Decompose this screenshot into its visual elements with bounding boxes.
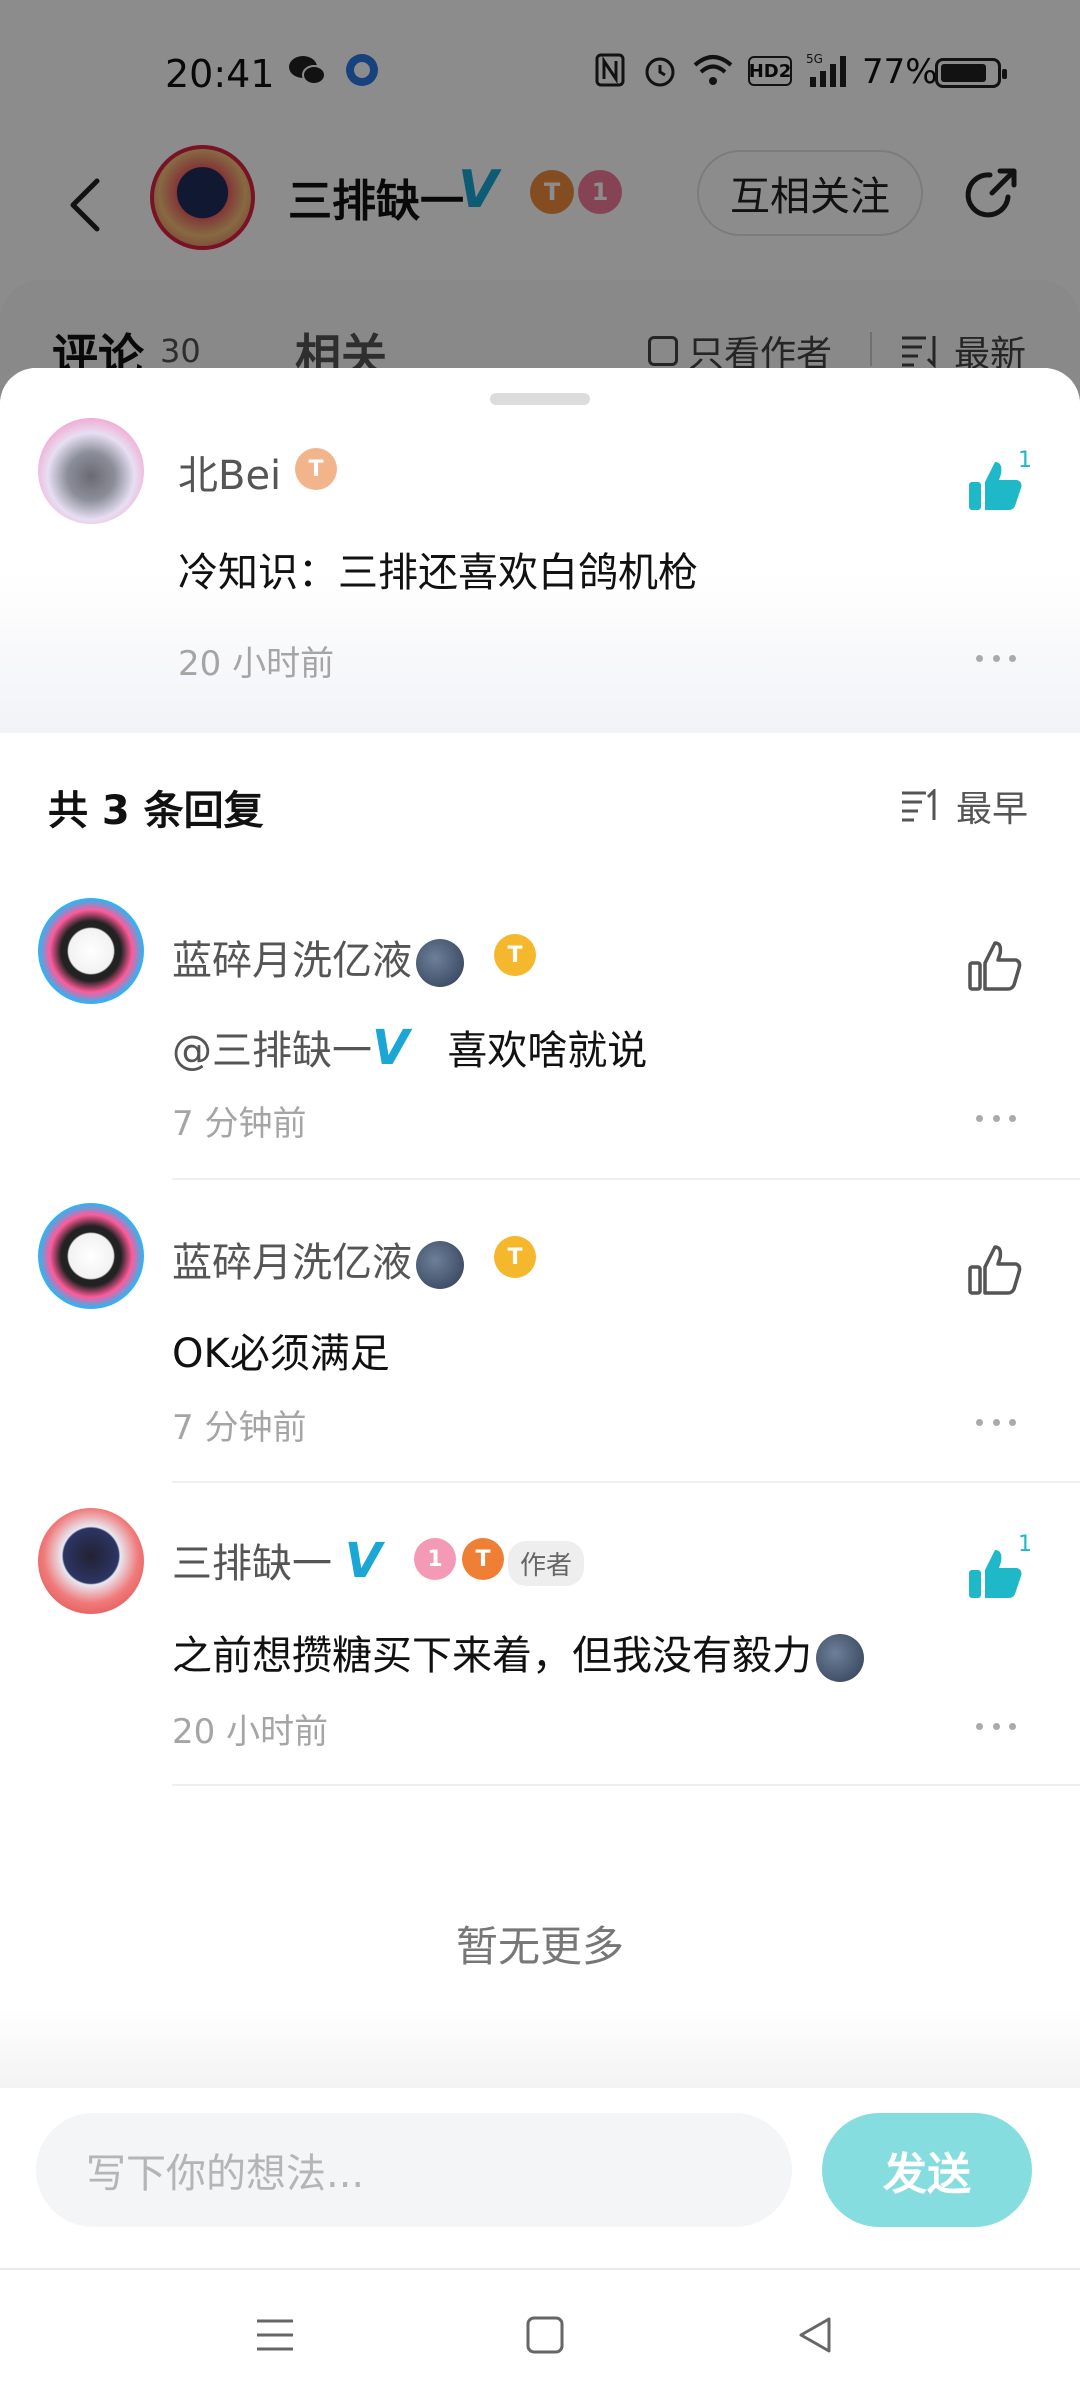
divider	[172, 1784, 1080, 1786]
comment-author-name[interactable]: 北Bei	[178, 443, 281, 501]
reply-input[interactable]: 写下你的想法...	[36, 2113, 792, 2227]
menu-icon[interactable]	[245, 2305, 305, 2365]
level-badge-icon: T	[295, 448, 337, 490]
background-page: 20:41 HD2 5G 77% 三排缺一 V T 1 互相关注 评论 30 相…	[0, 0, 1080, 383]
avatar[interactable]	[38, 418, 144, 524]
thumbs-up-icon[interactable]	[965, 1240, 1025, 1300]
more-options-icon[interactable]	[976, 1716, 1016, 1736]
more-options-icon[interactable]	[976, 648, 1016, 668]
home-square-icon[interactable]	[515, 2305, 575, 2365]
no-more-label: 暂无更多	[455, 1922, 624, 1971]
replies-sheet: 北Bei T 1 冷知识：三排还喜欢白鸽机枪 20 小时前 共 3 条回复 最早…	[0, 368, 1080, 2400]
send-button[interactable]: 发送	[822, 2113, 1032, 2227]
moon-emoji-icon	[416, 939, 464, 987]
drag-handle[interactable]	[490, 393, 590, 405]
more-options-icon[interactable]	[976, 1108, 1016, 1128]
level-badge-icon: T	[494, 934, 536, 976]
system-nav-bar	[0, 2268, 1080, 2400]
back-triangle-icon[interactable]	[785, 2305, 845, 2365]
reply-time: 20 小时前	[172, 1712, 329, 1752]
level-badge-icon: T	[462, 1538, 504, 1580]
mention-link[interactable]: @三排缺一	[172, 1028, 372, 1074]
verified-icon: V	[344, 1533, 382, 1589]
reply-input-bar: 写下你的想法... 发送	[0, 2088, 1080, 2268]
moon-emoji-icon	[816, 1634, 864, 1682]
divider	[172, 1481, 1080, 1483]
divider	[172, 1178, 1080, 1180]
reply-author-name[interactable]: 蓝碎月洗亿液	[172, 928, 464, 987]
thumbs-up-filled-icon[interactable]	[965, 1544, 1025, 1604]
sort-earliest-button[interactable]: 最早	[900, 780, 1028, 832]
modal-scrim[interactable]	[0, 0, 1080, 380]
avatar[interactable]	[38, 1508, 144, 1614]
reply-text: 之前想攒糖买下来着，但我没有毅力	[172, 1623, 864, 1682]
reply-text: @三排缺一V 喜欢啥就说	[172, 1020, 648, 1076]
thumbs-up-filled-icon[interactable]	[965, 456, 1025, 516]
avatar[interactable]	[38, 1203, 144, 1309]
like-count: 1	[1018, 1532, 1032, 1557]
reply-author-name[interactable]: 蓝碎月洗亿液	[172, 1230, 464, 1289]
like-count: 1	[1018, 448, 1032, 473]
verified-icon: V	[372, 1020, 410, 1076]
level-badge-icon: T	[494, 1236, 536, 1278]
avatar[interactable]	[38, 898, 144, 1004]
thumbs-up-icon[interactable]	[965, 936, 1025, 996]
reply-time: 7 分钟前	[172, 1408, 307, 1448]
bottom-fade	[0, 2008, 1080, 2088]
moon-emoji-icon	[416, 1241, 464, 1289]
comment-time: 20 小时前	[178, 644, 335, 684]
fan-badge-icon: 1	[414, 1538, 456, 1580]
comment-text: 冷知识：三排还喜欢白鸽机枪	[178, 550, 698, 596]
reply-time: 7 分钟前	[172, 1104, 307, 1144]
reply-author-name[interactable]: 三排缺一 V	[172, 1531, 382, 1589]
more-options-icon[interactable]	[976, 1412, 1016, 1432]
author-tag: 作者	[508, 1541, 585, 1586]
sort-icon	[902, 789, 936, 822]
reply-text: OK必须满足	[172, 1331, 390, 1377]
replies-count-title: 共 3 条回复	[48, 788, 264, 834]
parent-comment[interactable]: 北Bei T 1 冷知识：三排还喜欢白鸽机枪 20 小时前	[0, 368, 1080, 733]
sort-earliest-label: 最早	[956, 789, 1029, 830]
